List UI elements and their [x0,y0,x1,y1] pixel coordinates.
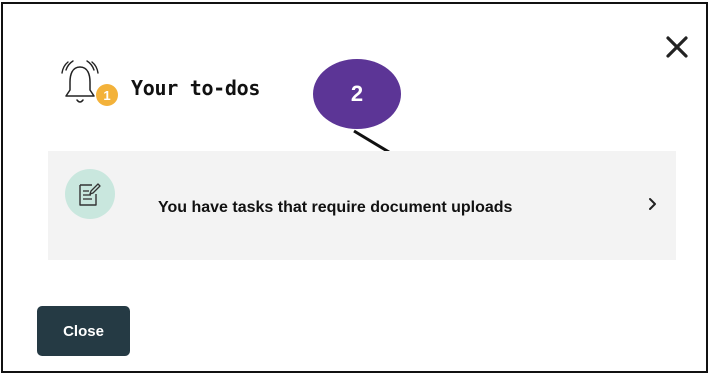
document-edit-icon [79,183,101,206]
close-button[interactable]: Close [37,306,130,356]
close-icon[interactable] [664,34,690,60]
step-marker: 2 [313,59,401,129]
task-label: You have tasks that require document upl… [158,199,513,216]
step-number: 2 [350,81,364,106]
task-card[interactable]: You have tasks that require document upl… [48,151,676,260]
notification-count: 1 [103,87,111,103]
chevron-right-icon [649,198,656,210]
notification-badge: 1 [96,84,118,106]
task-icon-circle [65,169,115,219]
dialog-title: Your to-dos [131,76,261,100]
